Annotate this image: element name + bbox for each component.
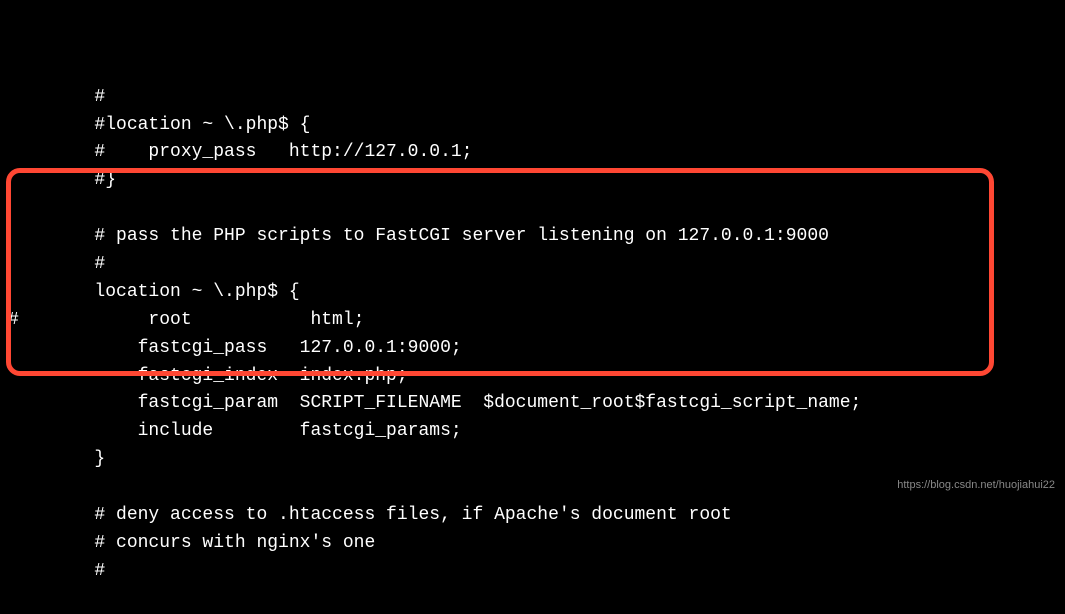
code-line: include fastcgi_params; [8,418,1057,446]
code-line: location ~ \.php$ { [8,279,1057,307]
code-line: # proxy_pass http://127.0.0.1; [8,139,1057,167]
code-line: fastcgi_param SCRIPT_FILENAME $document_… [8,390,1057,418]
code-line: fastcgi_pass 127.0.0.1:9000; [8,335,1057,363]
code-line: # deny access to .htaccess files, if Apa… [8,502,1057,530]
code-line: } [8,446,1057,474]
code-line: # root html; [8,307,1057,335]
code-line: fastcgi_index index.php; [8,363,1057,391]
watermark-text: https://blog.csdn.net/huojiahui22 [897,477,1055,494]
code-line: #location ~ \.php$ { [8,112,1057,140]
code-line: # concurs with nginx's one [8,530,1057,558]
code-line: # [8,251,1057,279]
terminal-output: # #location ~ \.php$ { # proxy_pass http… [0,0,1065,614]
code-line [8,195,1057,223]
code-line: # [8,558,1057,586]
code-line: # pass the PHP scripts to FastCGI server… [8,223,1057,251]
code-line: # [8,84,1057,112]
code-line: #} [8,167,1057,195]
config-code-block: # #location ~ \.php$ { # proxy_pass http… [8,84,1057,586]
